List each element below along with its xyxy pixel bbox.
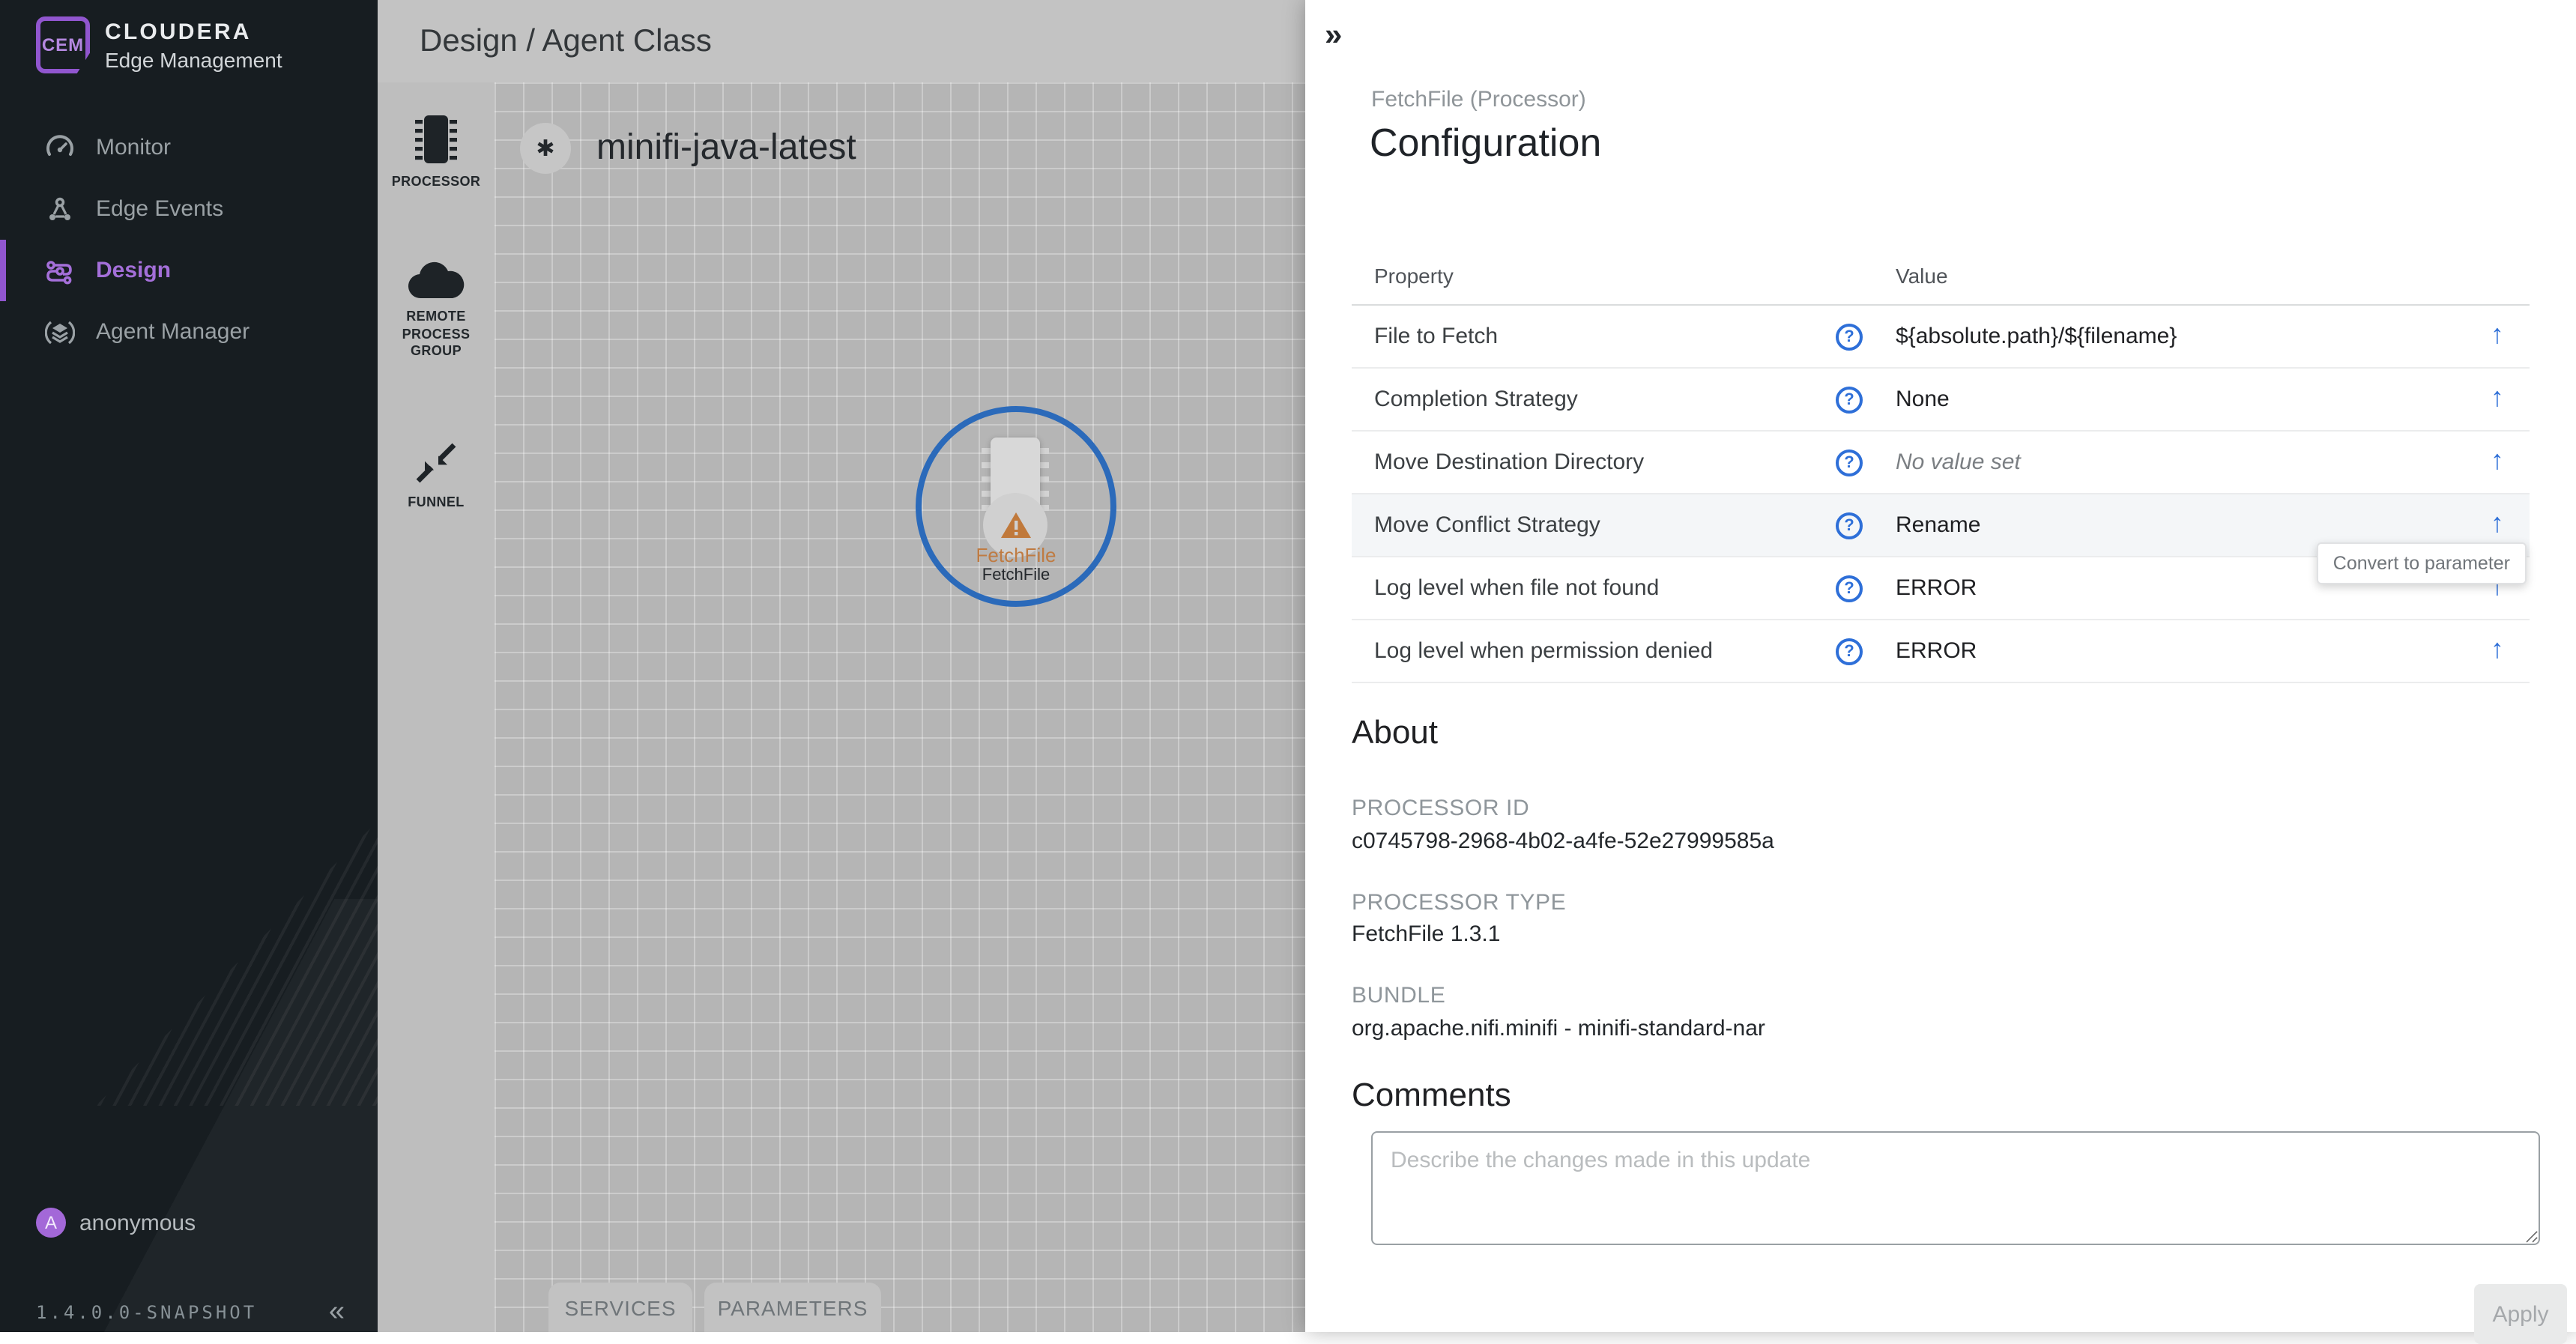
convert-to-parameter-icon[interactable]: ↑ [2491, 445, 2504, 476]
help-icon[interactable]: ? [1836, 449, 1863, 476]
processor-id-label: PROCESSOR ID [1352, 796, 1529, 821]
breadcrumb[interactable]: Design / Agent Class [420, 23, 712, 59]
brand-name: CLOUDERA [105, 19, 282, 44]
chip-pins-right [1038, 448, 1049, 512]
palette-item-label: FUNNEL [378, 494, 495, 512]
help-icon[interactable]: ? [1836, 324, 1863, 351]
tab-parameters[interactable]: PARAMETERS [704, 1283, 881, 1332]
table-row: File to Fetch ? ${absolute.path}/${filen… [1352, 306, 2530, 369]
panel-subtitle: FetchFile (Processor) [1371, 87, 1586, 112]
property-value[interactable]: Rename [1896, 512, 1980, 538]
sidebar-stripes-decoration-2 [0, 899, 378, 1332]
avatar: A [36, 1208, 66, 1238]
help-icon[interactable]: ? [1836, 387, 1863, 414]
funnel-icon [412, 439, 460, 487]
sidebar-item-label: Design [96, 258, 171, 283]
processor-node-fetchfile[interactable]: FetchFile FetchFile [916, 406, 1116, 607]
comments-input[interactable] [1371, 1131, 2540, 1245]
processor-type-label: PROCESSOR TYPE [1352, 890, 1566, 915]
brand-text: CLOUDERA Edge Management [105, 19, 282, 71]
design-icon [45, 255, 75, 285]
brand-product: Edge Management [105, 47, 282, 71]
edge-events-icon [45, 194, 75, 224]
convert-to-parameter-tooltip: Convert to parameter [2317, 542, 2527, 584]
comments-heading: Comments [1352, 1076, 1511, 1115]
bundle-label: BUNDLE [1352, 983, 1445, 1008]
flow-name: minifi-java-latest [596, 127, 856, 169]
apply-button[interactable]: Apply [2474, 1284, 2567, 1344]
palette-item-funnel[interactable]: FUNNEL [378, 439, 495, 512]
agent-manager-icon [45, 317, 75, 347]
app-version: 1.4.0.0-SNAPSHOT [36, 1301, 257, 1322]
property-name: File to Fetch [1374, 324, 1498, 349]
user-name: anonymous [79, 1210, 196, 1235]
tab-services[interactable]: SERVICES [548, 1283, 692, 1332]
property-name: Log level when permission denied [1374, 638, 1713, 664]
palette-item-remote-process-group[interactable]: REMOTE PROCESS GROUP [378, 259, 495, 361]
sidebar-nav: Monitor Edge Events Design [0, 117, 378, 363]
property-name: Completion Strategy [1374, 387, 1578, 412]
convert-to-parameter-icon[interactable]: ↑ [2491, 319, 2504, 351]
table-header: Property Value [1352, 252, 2530, 306]
property-name: Move Destination Directory [1374, 449, 1644, 475]
property-name: Move Conflict Strategy [1374, 512, 1600, 538]
configuration-panel: » FetchFile (Processor) Configuration Pr… [1305, 0, 2576, 1332]
convert-to-parameter-icon[interactable]: ↑ [2491, 634, 2504, 665]
property-value[interactable]: ERROR [1896, 575, 1977, 601]
property-value[interactable]: No value set [1896, 449, 2021, 475]
node-subtitle: FetchFile [916, 566, 1116, 584]
cloud-icon [406, 259, 466, 301]
unsaved-changes-icon: ✱ [520, 123, 571, 174]
palette-item-label: PROCESSOR [378, 174, 495, 191]
help-icon[interactable]: ? [1836, 575, 1863, 602]
component-palette: PROCESSOR REMOTE PROCESS GROUP FUNNEL [378, 82, 495, 1332]
property-column-header: Property [1374, 264, 1454, 288]
node-title: FetchFile [916, 544, 1116, 566]
sidebar-item-edge-events[interactable]: Edge Events [0, 178, 378, 240]
sidebar-item-design[interactable]: Design [0, 240, 378, 301]
table-row: Completion Strategy ? None ↑ [1352, 369, 2530, 432]
bundle-value: org.apache.nifi.minifi - minifi-standard… [1352, 1016, 1765, 1041]
avatar-initial: A [45, 1212, 57, 1233]
processor-icon [414, 112, 459, 166]
convert-to-parameter-icon[interactable]: ↑ [2491, 382, 2504, 414]
value-column-header: Value [1896, 264, 1948, 288]
cem-badge-text: CEM [42, 34, 84, 55]
property-value[interactable]: ERROR [1896, 638, 1977, 664]
app-logo: CEM CLOUDERA Edge Management [36, 16, 282, 73]
properties-table: Property Value File to Fetch ? ${absolut… [1352, 252, 2530, 683]
top-header: Design / Agent Class [378, 0, 1305, 82]
table-row: Log level when permission denied ? ERROR… [1352, 620, 2530, 683]
about-heading: About [1352, 713, 1438, 752]
warning-icon [1000, 511, 1032, 539]
help-icon[interactable]: ? [1836, 638, 1863, 665]
cem-logo-icon: CEM [36, 16, 90, 73]
processor-type-value: FetchFile 1.3.1 [1352, 921, 1500, 947]
table-row: Move Destination Directory ? No value se… [1352, 432, 2530, 494]
palette-item-processor[interactable]: PROCESSOR [378, 112, 495, 191]
property-value[interactable]: None [1896, 387, 1950, 412]
convert-to-parameter-icon[interactable]: ↑ [2491, 508, 2504, 539]
sidebar-item-label: Agent Manager [96, 319, 250, 345]
palette-item-label: REMOTE PROCESS GROUP [378, 309, 495, 361]
user-menu[interactable]: A anonymous [36, 1208, 196, 1238]
sidebar-footer: 1.4.0.0-SNAPSHOT « [36, 1298, 345, 1326]
sidebar-item-monitor[interactable]: Monitor [0, 117, 378, 178]
processor-id-value: c0745798-2968-4b02-a4fe-52e27999585a [1352, 829, 1774, 854]
sidebar-item-label: Monitor [96, 135, 171, 160]
sidebar-item-label: Edge Events [96, 196, 223, 222]
sidebar: CEM CLOUDERA Edge Management Monitor [0, 0, 378, 1332]
panel-title: Configuration [1370, 120, 1601, 166]
collapse-panel-icon[interactable]: » [1325, 18, 1342, 54]
app-root: CEM CLOUDERA Edge Management Monitor [0, 0, 2576, 1332]
collapse-sidebar-icon[interactable]: « [329, 1298, 345, 1326]
help-icon[interactable]: ? [1836, 512, 1863, 539]
property-value[interactable]: ${absolute.path}/${filename} [1896, 324, 2177, 349]
property-name: Log level when file not found [1374, 575, 1659, 601]
sidebar-item-agent-manager[interactable]: Agent Manager [0, 301, 378, 363]
flow-canvas[interactable]: ✱ minifi-java-latest FetchFile FetchFile… [495, 82, 1305, 1332]
gauge-icon [45, 133, 75, 163]
